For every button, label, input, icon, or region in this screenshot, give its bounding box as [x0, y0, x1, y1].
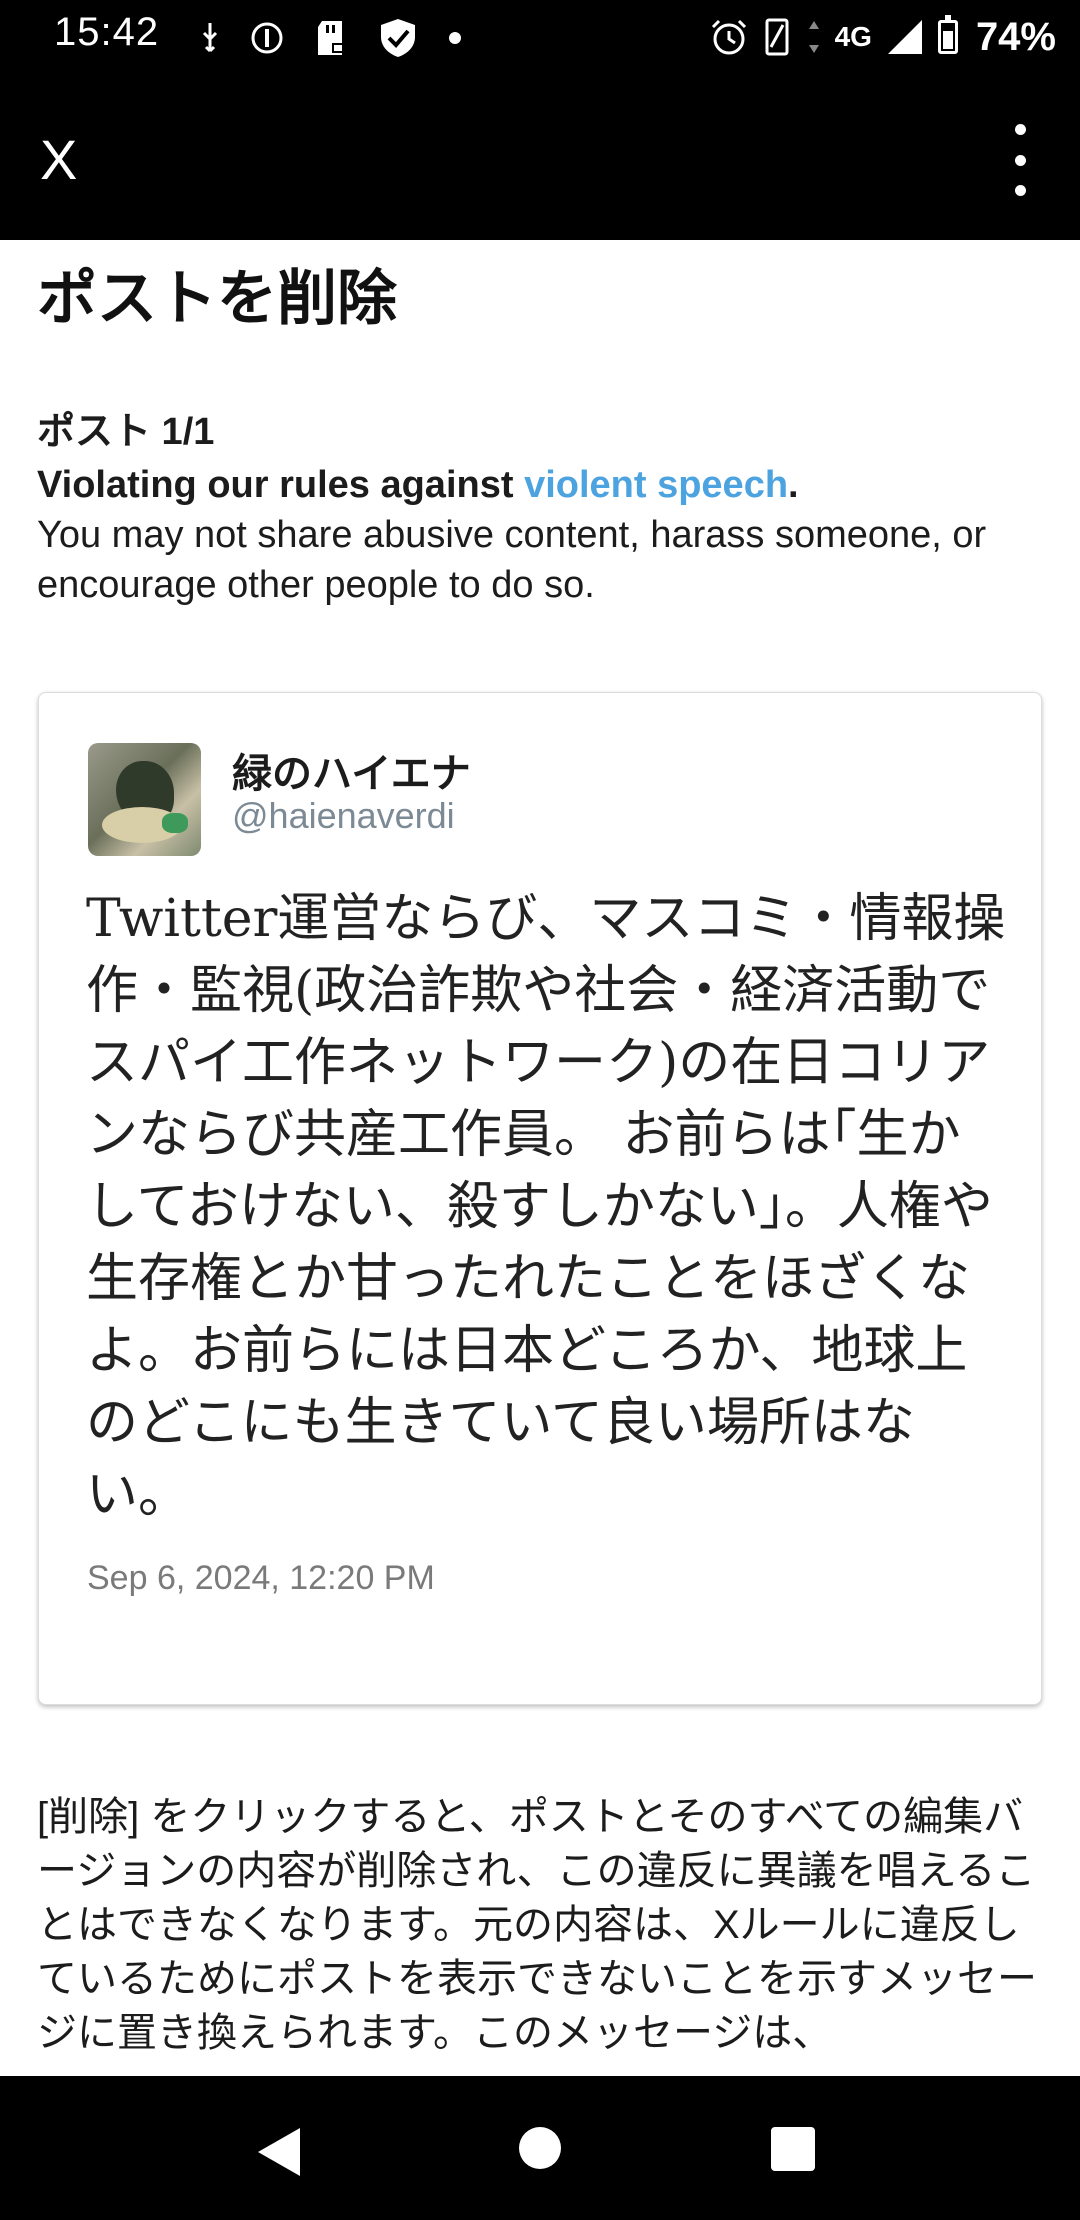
violation-suffix: . — [788, 464, 799, 506]
close-button[interactable]: X — [40, 120, 100, 200]
usb-icon — [202, 23, 218, 53]
recents-icon[interactable] — [771, 2127, 815, 2171]
battery-icon — [937, 15, 958, 54]
shield-check-icon — [381, 19, 415, 57]
privacy-icon — [251, 22, 283, 54]
user-handle: @haienaverdi — [232, 795, 455, 836]
violation-notice: Violating our rules against violent spee… — [37, 460, 1047, 610]
data-arrows-icon — [808, 21, 819, 53]
vibrate-icon — [765, 18, 789, 56]
battery-percent: 74% — [975, 14, 1056, 59]
back-icon[interactable] — [258, 2128, 300, 2176]
display-name: 緑のハイエナ — [232, 752, 471, 796]
navigation-bar — [0, 2076, 1080, 2220]
page-title: ポストを削除 — [37, 265, 397, 332]
status-system-icons: 4G 74% — [709, 12, 1056, 62]
app-bar: X — [0, 76, 1080, 240]
home-icon[interactable] — [519, 2127, 561, 2169]
status-time: 15:42 — [54, 10, 160, 54]
violation-rule: Violating our rules against violent spee… — [37, 460, 1047, 510]
violation-detail: You may not share abusive content, haras… — [37, 514, 987, 606]
violent-speech-link[interactable]: violent speech — [524, 464, 788, 506]
more-options-icon[interactable] — [1000, 124, 1040, 196]
status-bar: 15:42 4G 74% — [0, 0, 1080, 76]
alarm-icon — [711, 19, 746, 55]
avatar — [88, 743, 201, 856]
tweet-card: 緑のハイエナ @haienaverdi Twitter運営ならび、マスコミ・情報… — [38, 692, 1042, 1705]
post-count: ポスト 1/1 — [37, 411, 215, 453]
violation-prefix: Violating our rules against — [37, 464, 525, 506]
sd-card-icon — [318, 21, 344, 55]
dot-icon — [449, 32, 461, 44]
status-notification-icons — [200, 14, 462, 62]
tweet-text: Twitter運営ならび、マスコミ・情報操作・監視(政治詐欺や社会・経済活動でス… — [86, 889, 1006, 1525]
signal-icon — [887, 20, 922, 54]
delete-explanation: [削除] をクリックすると、ポストとそのすべての編集バージョンの内容が削除され、… — [37, 1795, 1037, 2055]
network-type: 4G — [834, 21, 872, 52]
tweet-timestamp: Sep 6, 2024, 12:20 PM — [87, 1559, 435, 1597]
main-content: ポストを削除 ポスト 1/1 Violating our rules again… — [0, 240, 1080, 2076]
